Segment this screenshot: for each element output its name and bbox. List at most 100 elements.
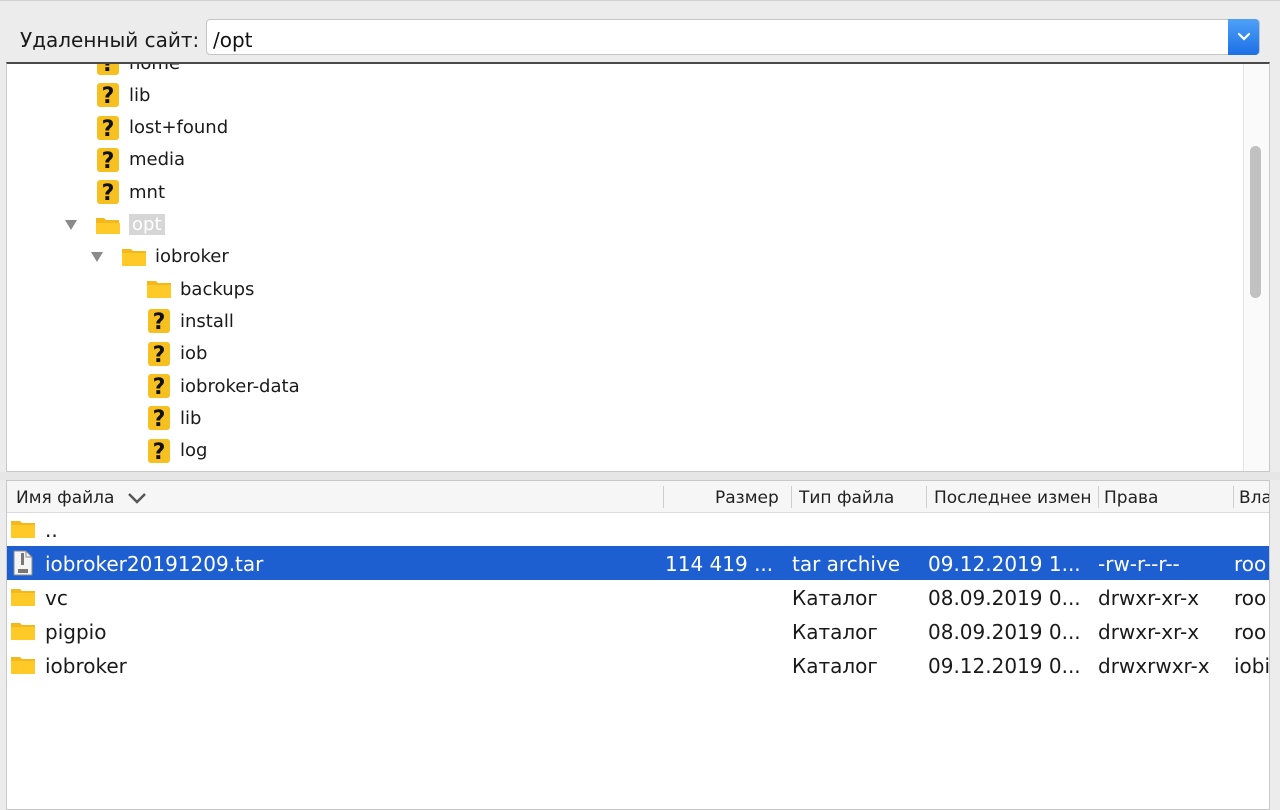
remote-path-combobox[interactable]: /opt: [206, 19, 1260, 55]
remote-path-input[interactable]: /opt: [213, 28, 253, 52]
tree-item-label: home: [129, 62, 181, 74]
svg-text:?: ?: [102, 149, 115, 173]
tree-item[interactable]: ? home: [95, 62, 181, 78]
file-permissions-cell: drwxrwxr-x: [1098, 654, 1210, 678]
expand-triangle-icon[interactable]: [89, 249, 105, 265]
tree-item[interactable]: ? iob: [146, 339, 207, 369]
remote-site-bar: Удаленный сайт: /opt: [0, 0, 1280, 62]
column-divider[interactable]: [663, 486, 664, 508]
column-header-type[interactable]: Тип файла: [799, 488, 894, 508]
file-permissions-cell: drwxr-xr-x: [1098, 620, 1200, 644]
svg-text:?: ?: [153, 407, 166, 431]
remote-file-list[interactable]: Имя файла Размер Тип файла Последнее изм…: [6, 480, 1270, 810]
file-modified-cell: 08.09.2019 0...: [928, 620, 1081, 644]
svg-text:?: ?: [153, 343, 166, 367]
file-modified-cell: 09.12.2019 1...: [928, 552, 1081, 576]
file-row[interactable]: iobroker20191209.tar 114 419 ... tar archi…: [7, 546, 1269, 580]
tree-item[interactable]: ? install: [146, 306, 234, 336]
column-divider[interactable]: [926, 486, 927, 508]
file-name-cell: ..: [45, 518, 58, 542]
folder-icon: [10, 652, 36, 678]
question-icon: ?: [95, 180, 121, 205]
folder-icon: [146, 277, 172, 301]
chevron-down-icon: [1237, 32, 1250, 41]
svg-text:?: ?: [153, 375, 166, 399]
column-divider[interactable]: [791, 486, 792, 508]
remote-site-label: Удаленный сайт:: [20, 28, 200, 52]
tree-item-label: iob: [180, 343, 208, 365]
question-icon: ?: [146, 406, 172, 431]
question-icon: ?: [95, 147, 121, 173]
svg-text:?: ?: [153, 440, 166, 464]
pane-splitter[interactable]: [0, 472, 1280, 480]
file-type-cell: Каталог: [792, 620, 878, 644]
file-row[interactable]: pigpio Каталог 08.09.2019 0... drwxr-xr-x ro…: [7, 614, 1269, 648]
file-row[interactable]: ..: [7, 512, 1269, 546]
tree-item-label: iobroker-data: [180, 375, 300, 397]
file-type-cell: Каталог: [792, 654, 878, 678]
file-modified-cell: 09.12.2019 0...: [928, 654, 1081, 678]
file-name-cell: pigpio: [45, 620, 107, 644]
svg-text:?: ?: [102, 117, 115, 141]
tree-item[interactable]: opt: [65, 210, 165, 240]
tree-item-label: install: [180, 310, 234, 332]
file-row[interactable]: vc Каталог 08.09.2019 0... drwxr-xr-x roo: [7, 580, 1269, 614]
tree-item-label: backups: [180, 278, 255, 300]
file-name-cell: iobroker: [45, 654, 127, 678]
tree-item-label: media: [129, 149, 186, 171]
tree-item-label: opt: [129, 214, 165, 235]
question-icon: ?: [146, 341, 172, 367]
sort-chevron-icon: [128, 493, 146, 504]
file-modified-cell: 08.09.2019 0...: [928, 586, 1081, 610]
column-header-name[interactable]: Имя файла: [16, 488, 148, 508]
tree-item-label: log: [180, 440, 208, 462]
svg-text:?: ?: [102, 181, 115, 205]
tree-item[interactable]: ? lib: [146, 403, 201, 433]
column-header-owner[interactable]: Вла: [1239, 488, 1269, 508]
file-name-cell: vc: [45, 586, 68, 610]
question-icon: ?: [146, 309, 172, 334]
question-icon: ?: [95, 83, 121, 108]
svg-text:?: ?: [153, 310, 166, 334]
question-icon: ?: [95, 64, 121, 76]
remote-directory-tree[interactable]: ? home? lib? lost+found? media ? mnt opt iobroke…: [6, 62, 1270, 472]
file-type-cell: Каталог: [792, 586, 878, 610]
tree-item[interactable]: ? mnt: [95, 177, 165, 207]
tree-item[interactable]: ? lib: [95, 80, 150, 110]
tree-item[interactable]: ? log: [146, 436, 207, 466]
column-divider[interactable]: [1233, 486, 1234, 508]
question-icon: ?: [146, 438, 172, 464]
column-divider[interactable]: [1098, 486, 1099, 508]
file-list-header: Имя файла Размер Тип файла Последнее изм…: [7, 481, 1269, 513]
tree-item[interactable]: ? media: [95, 145, 185, 175]
column-header-modified[interactable]: Последнее измен: [934, 488, 1099, 508]
file-permissions-cell: -rw-r--r--: [1098, 552, 1180, 576]
question-icon: ?: [146, 374, 172, 399]
tree-scrollbar-thumb[interactable]: [1250, 146, 1261, 298]
tree-item-label: lost+found: [129, 117, 229, 139]
tree-item-label: lib: [180, 407, 202, 429]
tree-item[interactable]: ? iobroker-data: [146, 371, 300, 401]
file-owner-cell: roo: [1234, 552, 1267, 576]
column-header-permissions[interactable]: Права: [1104, 488, 1158, 508]
tree-item[interactable]: iobroker: [91, 242, 229, 272]
file-size-cell: 114 419 ...: [665, 552, 774, 576]
tree-item[interactable]: backups: [146, 274, 254, 304]
file-row[interactable]: iobroker Каталог 09.12.2019 0... drwxrwxr-x…: [7, 648, 1269, 682]
expand-triangle-icon[interactable]: [63, 217, 79, 233]
column-header-size[interactable]: Размер: [715, 488, 779, 508]
tree-item[interactable]: ? lost+found: [95, 113, 228, 143]
folder-open-icon: [95, 213, 121, 237]
folder-icon: [10, 584, 36, 610]
file-owner-cell: roo: [1234, 620, 1267, 644]
folder-icon: [10, 618, 36, 644]
file-name-cell: iobroker20191209.tar: [45, 552, 264, 576]
file-type-cell: tar archive: [792, 552, 901, 576]
tree-item-label: lib: [129, 84, 151, 106]
folder-icon: [10, 516, 36, 542]
folder-icon: [121, 245, 147, 269]
path-dropdown-button[interactable]: [1228, 19, 1259, 55]
file-owner-cell: iobi: [1234, 654, 1270, 678]
svg-text:?: ?: [102, 84, 115, 108]
file-permissions-cell: drwxr-xr-x: [1098, 586, 1200, 610]
